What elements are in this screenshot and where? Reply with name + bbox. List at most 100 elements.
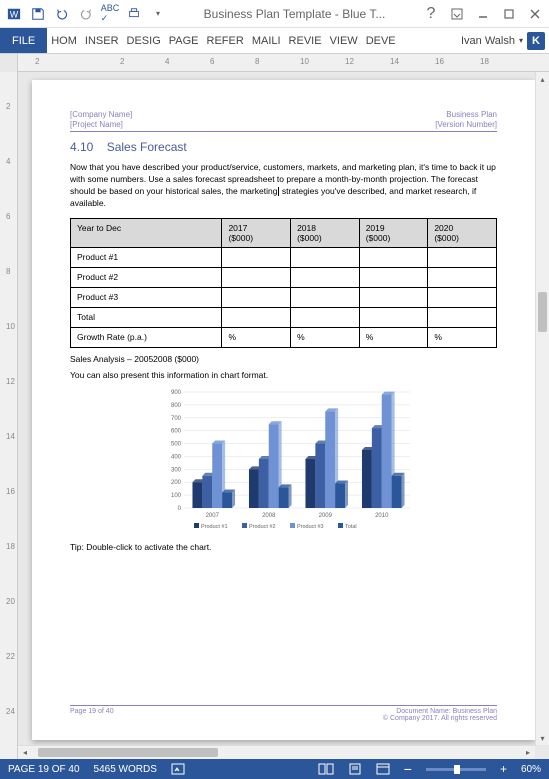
print-layout-icon[interactable] xyxy=(348,763,362,775)
redo-icon[interactable] xyxy=(76,4,96,24)
header-version: [Version Number] xyxy=(435,120,497,129)
user-badge: K xyxy=(527,32,545,50)
sales-forecast-table: Year to Dec 2017($000) 2018($000) 2019($… xyxy=(70,218,497,348)
header-plan: Business Plan xyxy=(435,110,497,119)
window-title: Business Plan Template - Blue T... xyxy=(168,7,421,21)
ruler-mark: 8 xyxy=(255,57,259,66)
ruler-mark: 2 xyxy=(120,57,124,66)
ruler-mark: 6 xyxy=(6,212,10,221)
close-icon[interactable] xyxy=(525,4,545,24)
maximize-icon[interactable] xyxy=(499,4,519,24)
tab-developer[interactable]: DEVE xyxy=(362,28,400,53)
svg-text:800: 800 xyxy=(170,402,181,408)
vertical-ruler[interactable]: 2 4 6 8 10 12 14 16 18 20 22 24 xyxy=(0,72,18,759)
ruler-mark: 8 xyxy=(6,267,10,276)
ruler-mark: 4 xyxy=(165,57,169,66)
read-mode-icon[interactable] xyxy=(318,763,334,775)
ruler-mark: 14 xyxy=(390,57,399,66)
zoom-out-icon[interactable]: − xyxy=(404,761,412,777)
ruler-mark: 6 xyxy=(210,57,214,66)
svg-text:2008: 2008 xyxy=(262,513,276,519)
ribbon-options-icon[interactable] xyxy=(447,4,467,24)
zoom-in-icon[interactable]: + xyxy=(500,762,507,776)
col-year: Year to Dec xyxy=(71,218,222,247)
table-row: Product #1 xyxy=(71,247,497,267)
spellcheck-icon[interactable]: ABC✓ xyxy=(100,4,120,24)
scrollbar-thumb[interactable] xyxy=(538,292,547,332)
chart-tip: Tip: Double-click to activate the chart. xyxy=(70,542,497,552)
zoom-level[interactable]: 60% xyxy=(521,764,541,775)
vertical-scrollbar[interactable]: ▴ ▾ xyxy=(535,72,549,745)
web-layout-icon[interactable] xyxy=(376,763,390,775)
document-area: 2 4 6 8 10 12 14 16 18 20 22 24 [Company… xyxy=(0,72,549,759)
ribbon-tabs: FILE HOM INSER DESIG PAGE REFER MAILI RE… xyxy=(0,28,549,54)
tab-home[interactable]: HOM xyxy=(47,28,81,53)
col-2017: 2017($000) xyxy=(222,218,291,247)
table-row: Product #3 xyxy=(71,287,497,307)
table-row: Total xyxy=(71,307,497,327)
tab-insert[interactable]: INSER xyxy=(81,28,123,53)
ruler-mark: 20 xyxy=(6,597,15,606)
undo-icon[interactable] xyxy=(52,4,72,24)
horizontal-ruler[interactable]: 2 2 4 6 8 10 12 14 16 18 xyxy=(0,54,549,72)
spellcheck-status-icon[interactable] xyxy=(171,762,185,776)
qat-customize-icon[interactable]: ▾ xyxy=(148,4,168,24)
analysis-caption: Sales Analysis – 20052008 ($000) xyxy=(70,354,497,364)
tab-review[interactable]: REVIE xyxy=(285,28,326,53)
tab-design[interactable]: DESIG xyxy=(123,28,165,53)
scroll-left-icon[interactable]: ◂ xyxy=(18,746,32,759)
ruler-mark: 12 xyxy=(345,57,354,66)
section-heading: 4.10 Sales Forecast xyxy=(70,140,497,154)
zoom-slider-thumb[interactable] xyxy=(454,765,460,774)
footer-copyright: © Company 2017. All rights reserved xyxy=(383,715,497,722)
svg-text:300: 300 xyxy=(170,467,181,473)
col-2018: 2018($000) xyxy=(291,218,360,247)
tab-page-layout[interactable]: PAGE xyxy=(165,28,203,53)
ruler-mark: 12 xyxy=(6,377,15,386)
tab-view[interactable]: VIEW xyxy=(326,28,362,53)
save-icon[interactable] xyxy=(28,4,48,24)
document-page[interactable]: [Company Name] [Project Name] Business P… xyxy=(32,80,535,740)
sales-chart[interactable]: 0100200300400500600700800900200720082009… xyxy=(154,386,414,536)
status-page[interactable]: PAGE 19 OF 40 xyxy=(8,764,80,775)
page-viewport: [Company Name] [Project Name] Business P… xyxy=(18,72,549,759)
status-words[interactable]: 5465 WORDS xyxy=(94,764,157,775)
word-icon[interactable]: W xyxy=(4,4,24,24)
svg-text:2010: 2010 xyxy=(375,513,389,519)
ruler-mark: 2 xyxy=(35,57,39,66)
quickprint-icon[interactable] xyxy=(124,4,144,24)
ruler-mark: 18 xyxy=(6,542,15,551)
ruler-mark: 2 xyxy=(6,102,10,111)
quick-access-toolbar: W ABC✓ ▾ xyxy=(4,4,168,24)
help-icon[interactable]: ? xyxy=(421,4,441,24)
file-tab[interactable]: FILE xyxy=(0,28,47,53)
status-bar: PAGE 19 OF 40 5465 WORDS − + 60% xyxy=(0,759,549,779)
svg-text:Total: Total xyxy=(345,524,357,530)
svg-text:2007: 2007 xyxy=(205,513,219,519)
ruler-corner xyxy=(0,54,18,72)
ruler-mark: 4 xyxy=(6,157,10,166)
zoom-slider[interactable] xyxy=(426,768,486,771)
tab-mailings[interactable]: MAILI xyxy=(248,28,285,53)
svg-text:400: 400 xyxy=(170,454,181,460)
user-area[interactable]: Ivan Walsh ▾ K xyxy=(461,28,549,53)
ruler-mark: 22 xyxy=(6,652,15,661)
table-header-row: Year to Dec 2017($000) 2018($000) 2019($… xyxy=(71,218,497,247)
svg-text:600: 600 xyxy=(170,428,181,434)
scroll-up-icon[interactable]: ▴ xyxy=(536,72,549,86)
svg-text:Product #2: Product #2 xyxy=(249,524,276,530)
svg-text:500: 500 xyxy=(170,441,181,447)
user-name: Ivan Walsh xyxy=(461,35,515,47)
scroll-down-icon[interactable]: ▾ xyxy=(536,731,549,745)
horizontal-scrollbar[interactable]: ◂ ▸ xyxy=(18,745,535,759)
ruler-mark: 10 xyxy=(300,57,309,66)
svg-text:W: W xyxy=(10,9,19,19)
scroll-right-icon[interactable]: ▸ xyxy=(521,746,535,759)
page-header: [Company Name] [Project Name] Business P… xyxy=(70,110,497,132)
tab-references[interactable]: REFER xyxy=(203,28,248,53)
svg-text:0: 0 xyxy=(177,506,181,512)
scrollbar-thumb[interactable] xyxy=(38,748,218,757)
section-number: 4.10 xyxy=(70,140,93,154)
svg-text:Product #3: Product #3 xyxy=(297,524,324,530)
minimize-icon[interactable] xyxy=(473,4,493,24)
